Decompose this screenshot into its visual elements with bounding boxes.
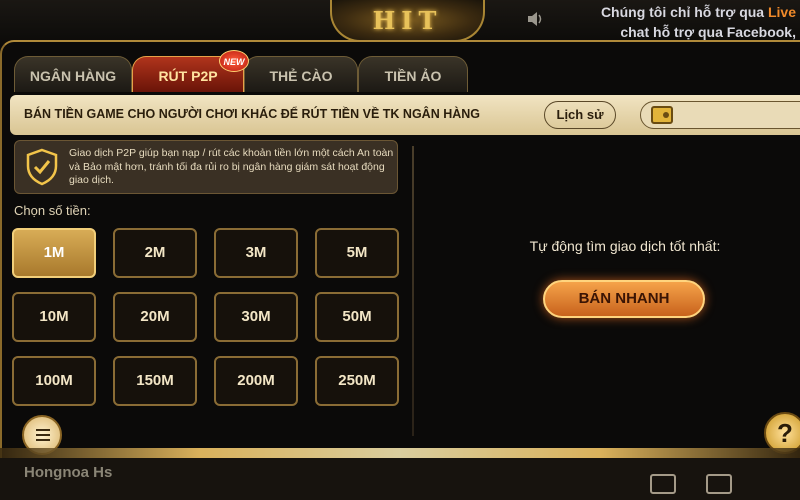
history-button[interactable]: Lịch sử [544, 101, 616, 129]
tab-ngan-hang[interactable]: NGÂN HÀNG [14, 56, 132, 92]
auto-match-text: Tự động tìm giao dịch tốt nhất: [529, 238, 721, 254]
page-title: BÁN TIỀN GAME CHO NGƯỜI CHƠI KHÁC ĐỂ RÚT… [24, 107, 481, 121]
tab-the-cao[interactable]: THẺ CÀO [244, 56, 358, 92]
mail-icon[interactable] [706, 474, 732, 494]
amount-option-5m[interactable]: 5M [315, 228, 399, 278]
amount-option-150m[interactable]: 150M [113, 356, 197, 406]
wallet-icon [651, 106, 673, 124]
bottom-bar [0, 458, 800, 500]
menu-icon-bar [36, 429, 50, 431]
grid-icon[interactable] [650, 474, 676, 494]
support-marquee: Chúng tôi chỉ hỗ trợ qua Live chat hỗ tr… [576, 2, 796, 42]
logo-text: HIT [372, 6, 443, 35]
amount-option-20m[interactable]: 20M [113, 292, 197, 342]
marquee-live: Live [767, 4, 796, 20]
wallet-balance [640, 101, 800, 129]
tab-tien-ao[interactable]: TIỀN ẢO [358, 56, 468, 92]
amount-option-1m[interactable]: 1M [12, 228, 96, 278]
menu-icon-bar [36, 439, 50, 441]
amount-option-100m[interactable]: 100M [12, 356, 96, 406]
p2p-info-box: Giao dịch P2P giúp bạn nạp / rút các kho… [14, 140, 398, 194]
bottom-player-name: Hongnoa Hs [24, 464, 113, 481]
game-logo: HIT [330, 0, 485, 42]
amount-option-30m[interactable]: 30M [214, 292, 298, 342]
header-bar: BÁN TIỀN GAME CHO NGƯỜI CHƠI KHÁC ĐỂ RÚT… [10, 95, 800, 135]
amount-option-250m[interactable]: 250M [315, 356, 399, 406]
panel-bottom-glow [0, 448, 800, 458]
marquee-line1: Chúng tôi chỉ hỗ trợ qua [600, 4, 768, 20]
quick-sell-button[interactable]: BÁN NHANH [543, 280, 705, 318]
amount-option-3m[interactable]: 3M [214, 228, 298, 278]
choose-amount-label: Chọn số tiền: [14, 203, 91, 218]
marquee-line2: chat hỗ trợ qua Facebook, [620, 24, 796, 40]
shield-check-icon [26, 148, 58, 186]
menu-icon-bar [36, 434, 50, 436]
amount-option-200m[interactable]: 200M [214, 356, 298, 406]
amount-option-10m[interactable]: 10M [12, 292, 96, 342]
panel-divider [412, 146, 414, 436]
amount-option-50m[interactable]: 50M [315, 292, 399, 342]
p2p-info-text: Giao dịch P2P giúp bạn nạp / rút các kho… [69, 147, 394, 186]
new-badge: NEW [219, 50, 249, 72]
amount-option-2m[interactable]: 2M [113, 228, 197, 278]
speaker-icon[interactable] [526, 10, 544, 28]
